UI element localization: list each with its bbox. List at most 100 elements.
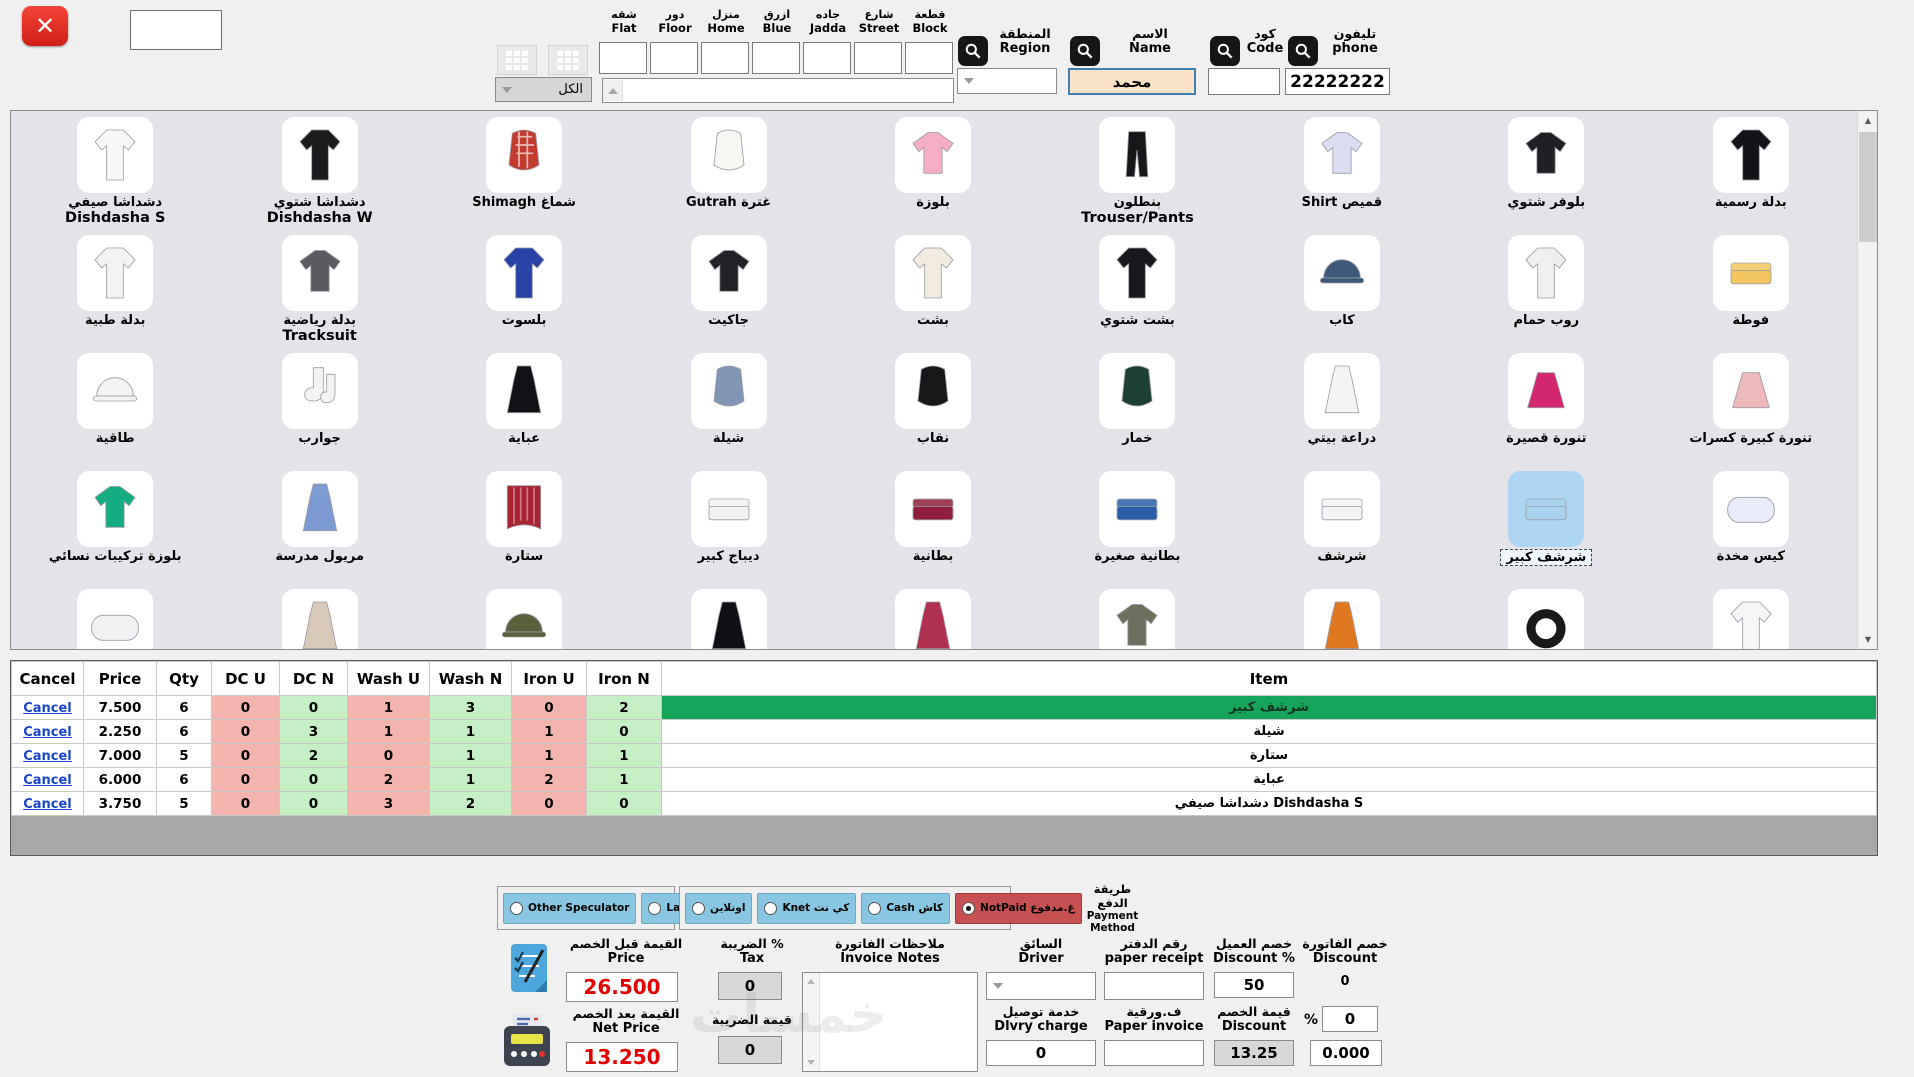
curtain-icon: [486, 471, 563, 547]
item-card[interactable]: خمار: [1035, 353, 1239, 471]
item-label-ar: تنورة كبيرة كسرات: [1689, 431, 1813, 446]
item-card[interactable]: بدلة رياضية Tracksuit: [217, 235, 421, 353]
payment-option-button[interactable]: Other Speculator: [503, 892, 637, 924]
address-input-floor[interactable]: [650, 42, 698, 74]
item-label-ar: قميص Shirt: [1301, 195, 1383, 210]
cancel-link[interactable]: Cancel: [23, 797, 72, 812]
paper-receipt-input[interactable]: [1104, 972, 1204, 1000]
notes-scrollbar[interactable]: [803, 973, 820, 1071]
customer-discount-input[interactable]: 50: [1214, 972, 1294, 998]
item-card[interactable]: دشداشا شتوي Dishdasha W: [217, 117, 421, 235]
item-card[interactable]: بنطلون Trouser/Pants: [1035, 117, 1239, 235]
address-input-blue[interactable]: [752, 42, 800, 74]
scroll-up-icon[interactable]: ▲: [1858, 111, 1877, 130]
item-card[interactable]: قميص Shirt: [1240, 117, 1444, 235]
item-card[interactable]: جاكيت: [626, 235, 830, 353]
item-card[interactable]: كاب: [1240, 235, 1444, 353]
item-card[interactable]: [1240, 589, 1444, 649]
item-card[interactable]: دشداشا صيفي Dishdasha S: [13, 117, 217, 235]
percent-input[interactable]: 0: [1322, 1006, 1378, 1032]
payment-option-label: كاش Cash: [886, 902, 944, 914]
notes-list-icon[interactable]: [505, 942, 553, 1000]
item-card[interactable]: طاقية: [13, 353, 217, 471]
address-input-jadda[interactable]: [803, 42, 851, 74]
item-card[interactable]: شماغ Shimagh: [422, 117, 626, 235]
item-card[interactable]: بشت شتوي: [1035, 235, 1239, 353]
delivery-value[interactable]: 0: [986, 1040, 1096, 1066]
address-list-field[interactable]: [602, 78, 954, 103]
item-card[interactable]: ديباج كبير: [626, 471, 830, 589]
item-card[interactable]: تنورة قصيرة: [1444, 353, 1648, 471]
customer-name-field[interactable]: محمد: [1068, 68, 1196, 95]
grid-view-icon[interactable]: [497, 45, 537, 75]
item-card[interactable]: [1649, 589, 1853, 649]
item-card[interactable]: مريول مدرسة: [217, 471, 421, 589]
item-card[interactable]: نقاب: [831, 353, 1035, 471]
item-card[interactable]: روب حمام: [1444, 235, 1648, 353]
value-cell: 6: [156, 719, 212, 744]
region-search-icon[interactable]: [958, 36, 988, 66]
item-card[interactable]: [422, 589, 626, 649]
item-card[interactable]: دراعة بيتي: [1240, 353, 1444, 471]
cancel-link[interactable]: Cancel: [23, 749, 72, 764]
item-card[interactable]: شرشف كبير: [1444, 471, 1648, 589]
address-input-flat[interactable]: [599, 42, 647, 74]
items-scrollbar[interactable]: ▲ ▼: [1857, 111, 1877, 649]
category-filter-dropdown[interactable]: الكل: [495, 77, 592, 102]
item-card[interactable]: شرشف: [1240, 471, 1444, 589]
item-card[interactable]: [217, 589, 421, 649]
phone-search-icon[interactable]: [1288, 36, 1318, 66]
item-card[interactable]: بطانية: [831, 471, 1035, 589]
item-card[interactable]: جوارب: [217, 353, 421, 471]
grid-icon: [506, 50, 528, 70]
scrollbar-thumb[interactable]: [1859, 132, 1877, 242]
item-card[interactable]: غترة Gutrah: [626, 117, 830, 235]
item-card[interactable]: بدلة رسمية: [1649, 117, 1853, 235]
discount-amount-label: قيمة الخصم Discount: [1217, 1004, 1291, 1034]
close-button[interactable]: ✕: [22, 6, 68, 46]
header-empty-box[interactable]: [130, 10, 222, 50]
pillow-icon: [77, 589, 154, 649]
address-input-block[interactable]: [905, 42, 953, 74]
item-card[interactable]: بدلة طبية: [13, 235, 217, 353]
payment-option-button[interactable]: كاش Cash: [861, 892, 951, 924]
item-card[interactable]: شيلة: [626, 353, 830, 471]
item-card[interactable]: [831, 589, 1035, 649]
cancel-link[interactable]: Cancel: [23, 701, 72, 716]
spinner-up-icon[interactable]: [603, 80, 623, 101]
grid-view-icon-2[interactable]: [548, 45, 588, 75]
item-card[interactable]: بلسوت: [422, 235, 626, 353]
item-card[interactable]: بلوفر شتوي: [1444, 117, 1648, 235]
code-search-icon[interactable]: [1210, 36, 1240, 66]
cancel-link[interactable]: Cancel: [23, 725, 72, 740]
item-card[interactable]: [1035, 589, 1239, 649]
item-card[interactable]: بلوزة: [831, 117, 1035, 235]
item-card[interactable]: بشت: [831, 235, 1035, 353]
name-search-icon[interactable]: [1070, 36, 1100, 66]
customer-code-field[interactable]: [1208, 68, 1280, 95]
phone-field[interactable]: 22222222: [1285, 68, 1390, 95]
invoice-notes-input[interactable]: [802, 972, 978, 1072]
item-card[interactable]: [626, 589, 830, 649]
region-dropdown[interactable]: [957, 68, 1057, 94]
payment-option-button[interactable]: اونلاين: [685, 892, 753, 924]
paper-invoice-input[interactable]: [1104, 1040, 1204, 1066]
driver-dropdown[interactable]: [986, 972, 1096, 1000]
item-card[interactable]: فوطة: [1649, 235, 1853, 353]
cancel-link[interactable]: Cancel: [23, 773, 72, 788]
item-card[interactable]: [13, 589, 217, 649]
address-input-home[interactable]: [701, 42, 749, 74]
scroll-down-icon[interactable]: ▼: [1858, 630, 1877, 649]
item-card[interactable]: كيس مخدة: [1649, 471, 1853, 589]
item-card[interactable]: بلوزة تركيبات نسائي: [13, 471, 217, 589]
address-input-street[interactable]: [854, 42, 902, 74]
item-card[interactable]: ستارة: [422, 471, 626, 589]
receipt-printer-icon[interactable]: [500, 1012, 554, 1074]
item-card[interactable]: بطانية صغيرة: [1035, 471, 1239, 589]
item-card[interactable]: تنورة كبيرة كسرات: [1649, 353, 1853, 471]
item-card[interactable]: [1444, 589, 1648, 649]
payment-option-button[interactable]: كي نت Knet: [757, 892, 857, 924]
payment-option-button[interactable]: غ.مدفوع NotPaid: [955, 892, 1082, 924]
item-card[interactable]: عباية: [422, 353, 626, 471]
amount-input[interactable]: 0.000: [1310, 1040, 1382, 1066]
